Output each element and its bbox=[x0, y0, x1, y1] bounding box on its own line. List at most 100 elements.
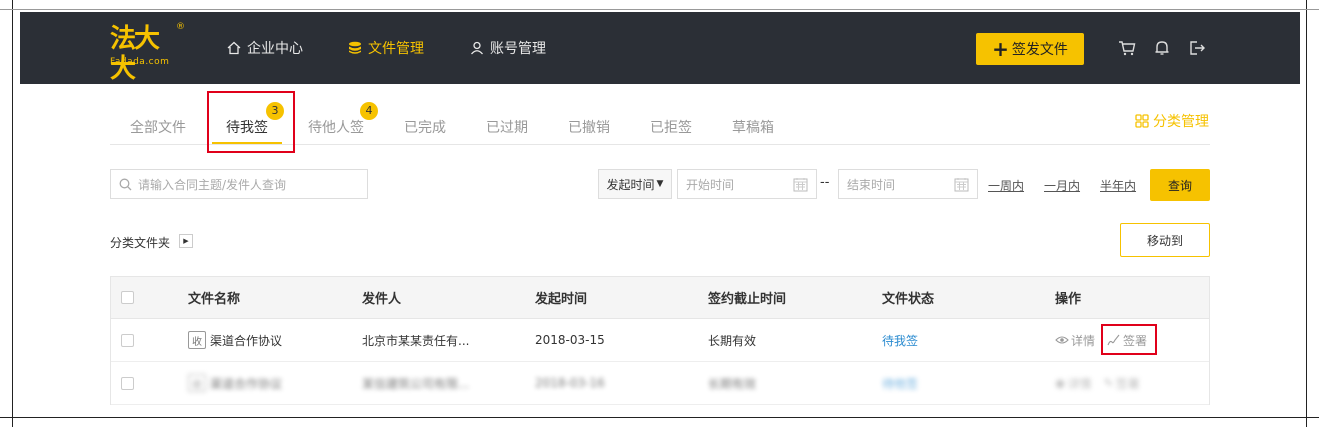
row-select-cell bbox=[121, 319, 134, 361]
status-link[interactable]: 待我签 bbox=[882, 319, 918, 361]
crop-mark bbox=[12, 0, 13, 427]
end-date-input[interactable]: 结束时间 bbox=[838, 169, 978, 199]
row-select-cell bbox=[121, 362, 134, 404]
move-to-label: 移动到 bbox=[1146, 233, 1183, 248]
row-checkbox[interactable] bbox=[121, 333, 134, 347]
cart-icon[interactable] bbox=[1118, 39, 1136, 57]
select-all-cell bbox=[121, 277, 134, 318]
crop-mark bbox=[0, 417, 1319, 418]
date-range-separator: -- bbox=[820, 175, 830, 190]
quick-range-half-year[interactable]: 半年内 bbox=[1100, 177, 1136, 194]
send-document-button[interactable]: + 签发文件 bbox=[976, 33, 1084, 65]
tab-drafts[interactable]: 草稿箱 bbox=[732, 117, 774, 137]
received-tag: 收 bbox=[188, 331, 206, 349]
home-icon bbox=[227, 41, 241, 55]
time-select-value: 发起时间 bbox=[606, 177, 655, 192]
detail-label: 详情 bbox=[1067, 376, 1092, 391]
file-name-cell[interactable]: 收 渠道合作协议 bbox=[188, 362, 282, 404]
detail-label: 详情 bbox=[1071, 333, 1096, 348]
tab-revoked[interactable]: 已撤销 bbox=[568, 117, 610, 137]
column-header: 文件名称 bbox=[188, 292, 241, 307]
caret-down-icon: ▼ bbox=[656, 179, 664, 189]
folder-expand-button[interactable]: ▶ bbox=[179, 234, 193, 248]
start-time: 2018-03-15 bbox=[535, 333, 605, 347]
documents-table: 文件名称 发件人 发起时间 签约截止时间 文件状态 操作 收 渠道合作协议 北京… bbox=[110, 276, 1210, 405]
table-header: 文件名称 发件人 发起时间 签约截止时间 文件状态 操作 bbox=[111, 277, 1209, 319]
status-link[interactable]: 待他签 bbox=[882, 362, 918, 404]
nav-label: 企业中心 bbox=[247, 41, 303, 57]
start-time: 2018-03-16 bbox=[535, 376, 605, 390]
tab-expired[interactable]: 已过期 bbox=[486, 117, 528, 137]
nav-label: 文件管理 bbox=[368, 41, 424, 57]
signature-icon: ✎ bbox=[1103, 376, 1114, 390]
crop-mark bbox=[1306, 0, 1307, 427]
calendar-icon bbox=[954, 178, 969, 192]
logo-text: 法大大 bbox=[110, 24, 160, 84]
sign-link[interactable]: ✎ 签署 bbox=[1104, 375, 1140, 392]
user-icon bbox=[471, 41, 483, 55]
start-date-input[interactable]: 开始时间 bbox=[677, 169, 817, 199]
calendar-icon bbox=[793, 178, 808, 192]
category-management-link[interactable]: 分类管理 bbox=[1135, 111, 1209, 131]
highlight-box bbox=[207, 91, 295, 153]
bell-icon[interactable] bbox=[1153, 39, 1171, 57]
highlight-box bbox=[1101, 324, 1157, 355]
received-tag: 收 bbox=[188, 374, 206, 392]
search-input[interactable]: 请输入合同主题/发件人查询 bbox=[110, 169, 368, 199]
start-date-placeholder: 开始时间 bbox=[686, 177, 735, 192]
quick-range-week[interactable]: 一周内 bbox=[988, 177, 1024, 194]
end-date-placeholder: 结束时间 bbox=[847, 177, 896, 192]
sender: 北京市某某责任有... bbox=[362, 333, 470, 348]
file-name: 渠道合作协议 bbox=[210, 376, 283, 391]
column-header: 发起时间 bbox=[535, 292, 588, 307]
nav-enterprise-center[interactable]: 企业中心 bbox=[227, 12, 303, 84]
crop-mark bbox=[0, 9, 1319, 10]
move-to-button[interactable]: 移动到 bbox=[1120, 223, 1210, 257]
deadline: 长期有效 bbox=[708, 376, 757, 391]
plus-icon: + bbox=[992, 37, 1009, 61]
search-placeholder: 请输入合同主题/发件人查询 bbox=[138, 177, 287, 192]
sender: 某信建筑公司有限... bbox=[362, 376, 470, 391]
tab-completed[interactable]: 已完成 bbox=[404, 117, 446, 137]
tab-rejected[interactable]: 已拒签 bbox=[650, 117, 692, 137]
brand-logo[interactable]: 法大大 Fadada.com ® bbox=[110, 22, 185, 84]
detail-link[interactable]: ◉ 详情 bbox=[1055, 375, 1092, 392]
time-type-select[interactable]: 发起时间 ▼ bbox=[598, 169, 672, 199]
column-header: 签约截止时间 bbox=[708, 292, 787, 307]
nav-file-management[interactable]: 文件管理 bbox=[348, 12, 424, 84]
others-count-badge: 4 bbox=[360, 102, 378, 120]
deadline: 长期有效 bbox=[708, 333, 757, 348]
column-header: 发件人 bbox=[362, 292, 402, 307]
operations-cell: ◉ 详情 ✎ 签署 bbox=[1055, 362, 1140, 404]
send-label: 签发文件 bbox=[1011, 42, 1068, 58]
caret-right-icon: ▶ bbox=[183, 237, 189, 245]
tab-all-files[interactable]: 全部文件 bbox=[130, 117, 186, 137]
tab-pending-others[interactable]: 待他人签 bbox=[308, 117, 364, 137]
nav-account-management[interactable]: 账号管理 bbox=[470, 12, 546, 84]
table-row: 收 渠道合作协议 某信建筑公司有限... 2018-03-16 长期有效 待他签… bbox=[111, 362, 1209, 405]
query-label: 查询 bbox=[1167, 178, 1192, 193]
logo-subtext: Fadada.com bbox=[110, 57, 170, 67]
search-icon bbox=[119, 178, 132, 190]
query-button[interactable]: 查询 bbox=[1150, 169, 1210, 201]
logout-icon[interactable] bbox=[1188, 39, 1206, 57]
grid-icon bbox=[1135, 114, 1149, 128]
top-navigation-bar: 法大大 Fadada.com ® 企业中心 文件管理 账号管理 + 签发文件 bbox=[20, 12, 1300, 84]
row-checkbox[interactable] bbox=[121, 376, 134, 390]
app-window: 法大大 Fadada.com ® 企业中心 文件管理 账号管理 + 签发文件 全… bbox=[20, 12, 1300, 416]
file-name-cell[interactable]: 收 渠道合作协议 bbox=[188, 319, 282, 361]
eye-icon bbox=[1055, 336, 1069, 344]
quick-range-month[interactable]: 一月内 bbox=[1044, 177, 1080, 194]
eye-icon: ◉ bbox=[1055, 376, 1066, 390]
detail-link[interactable]: 详情 bbox=[1055, 332, 1095, 349]
category-folder-label: 分类文件夹 bbox=[110, 236, 171, 250]
registered-mark: ® bbox=[176, 22, 185, 32]
nav-label: 账号管理 bbox=[490, 41, 546, 57]
table-row: 收 渠道合作协议 北京市某某责任有... 2018-03-15 长期有效 待我签… bbox=[111, 319, 1209, 362]
database-icon bbox=[349, 41, 361, 54]
category-management-label: 分类管理 bbox=[1153, 114, 1209, 130]
file-name: 渠道合作协议 bbox=[210, 333, 283, 348]
sign-label: 签署 bbox=[1115, 376, 1140, 391]
select-all-checkbox[interactable] bbox=[121, 291, 134, 304]
column-header: 操作 bbox=[1055, 292, 1082, 307]
